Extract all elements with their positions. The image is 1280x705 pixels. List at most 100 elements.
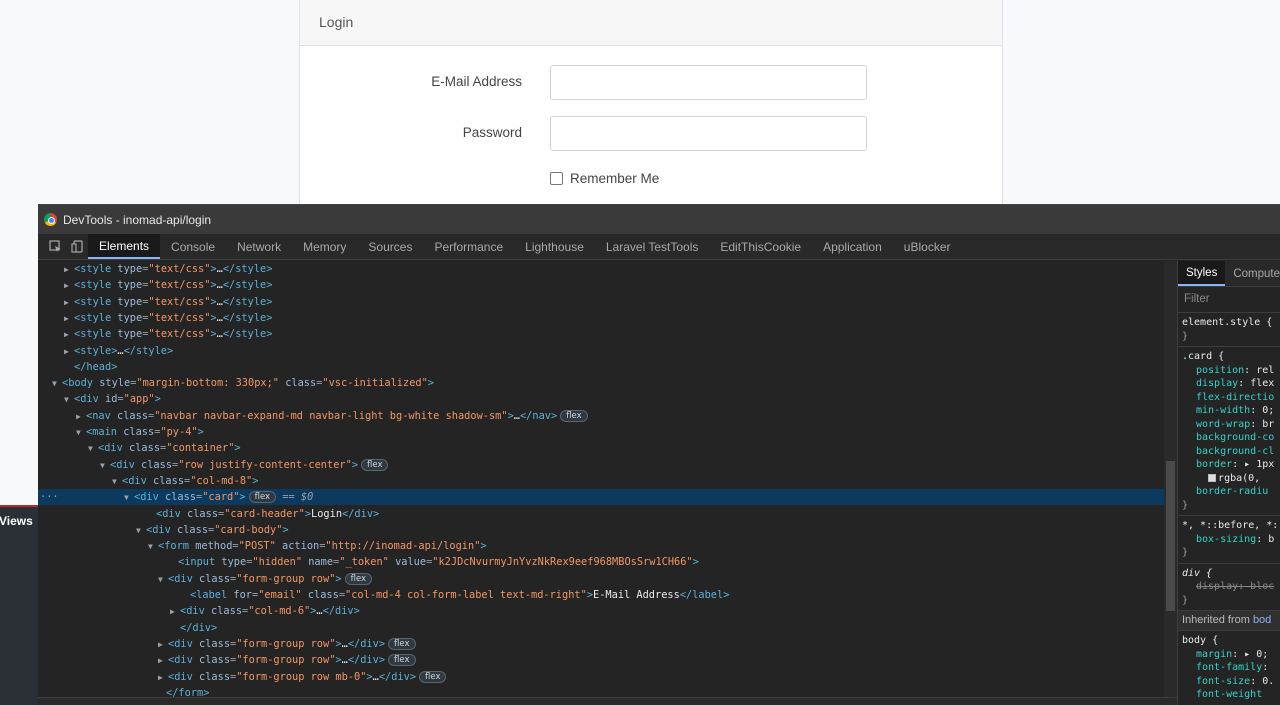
expand-arrow-icon[interactable]: ▶: [64, 295, 74, 311]
devtools-title: DevTools - inomad-api/login: [63, 212, 212, 227]
tree-node[interactable]: ▼ <form method="POST" action="http://inom…: [38, 538, 1164, 554]
tree-node-selected[interactable]: ··· ▼ <div class="card"> flex == $0: [38, 489, 1164, 506]
card-header: Login: [300, 0, 1002, 46]
expand-arrow-icon[interactable]: ▶: [158, 653, 168, 669]
expand-arrow-icon[interactable]: ▶: [158, 637, 168, 653]
node-source: <style type="text/css">…</style>: [74, 311, 273, 324]
tree-node[interactable]: ▼ <div class="card-body">: [38, 522, 1164, 538]
tree-node[interactable]: ▼ <div class="col-md-8">: [38, 473, 1164, 489]
selected-marker: == $0: [276, 491, 314, 504]
tree-node[interactable]: ▶ <style>…</style>: [38, 343, 1164, 359]
styles-pane: Styles Compute Filter element.style { } .…: [1177, 261, 1280, 705]
expand-arrow-icon[interactable]: ▶: [76, 409, 86, 425]
tree-node[interactable]: ▶ <div class="form-group row">…</div> flex: [38, 636, 1164, 652]
tree-node[interactable]: <div class="card-header">Login</div>: [38, 506, 1164, 522]
flex-badge[interactable]: flex: [361, 458, 389, 471]
collapse-arrow-icon[interactable]: ▼: [76, 425, 86, 441]
tree-node[interactable]: ▶ <style type="text/css">…</style>: [38, 294, 1164, 310]
collapse-arrow-icon[interactable]: ▼: [148, 539, 158, 555]
tab-lighthouse[interactable]: Lighthouse: [514, 234, 595, 259]
expand-arrow-icon[interactable]: ▶: [158, 670, 168, 686]
collapse-arrow-icon[interactable]: ▼: [52, 376, 62, 392]
remember-checkbox[interactable]: [550, 172, 563, 185]
node-source: <nav class="navbar navbar-expand-md navb…: [86, 409, 558, 422]
tree-node[interactable]: ▼ <body style="margin-bottom: 330px;" cla…: [38, 375, 1164, 391]
tab-elements[interactable]: Elements: [88, 234, 161, 259]
tab-editthiscookie[interactable]: EditThisCookie: [709, 234, 812, 259]
tree-node[interactable]: </head>: [38, 359, 1164, 375]
collapse-arrow-icon[interactable]: ▼: [88, 441, 98, 457]
collapse-arrow-icon[interactable]: ▼: [124, 490, 134, 506]
tree-node[interactable]: ▶ <style type="text/css">…</style>: [38, 261, 1164, 277]
flex-badge[interactable]: flex: [419, 670, 447, 683]
tab-console[interactable]: Console: [160, 234, 226, 259]
styles-tab-styles[interactable]: Styles: [1178, 261, 1226, 286]
expand-arrow-icon[interactable]: ▶: [64, 278, 74, 294]
tab-performance[interactable]: Performance: [423, 234, 514, 259]
expand-arrow-icon[interactable]: ▶: [64, 311, 74, 327]
node-source: <style>…</style>: [74, 344, 174, 357]
node-source: </head>: [74, 360, 118, 373]
tree-node[interactable]: <input type="hidden" name="_token" value…: [38, 554, 1164, 570]
node-source: <div class="card-body">: [146, 523, 289, 536]
expand-arrow-icon[interactable]: ▶: [64, 344, 74, 360]
node-source: </form>: [166, 686, 210, 697]
tree-node[interactable]: ▶ <div class="form-group row mb-0">…</div…: [38, 669, 1164, 685]
tab-memory[interactable]: Memory: [292, 234, 357, 259]
tree-node[interactable]: <label for="email" class="col-md-4 col-f…: [38, 587, 1164, 603]
inspect-element-icon[interactable]: [44, 234, 66, 259]
tree-node[interactable]: ▼ <div id="app">: [38, 391, 1164, 407]
expand-arrow-icon[interactable]: ▶: [64, 327, 74, 343]
flex-badge[interactable]: flex: [388, 637, 416, 650]
expand-arrow-icon[interactable]: ▶: [170, 604, 180, 620]
remember-label: Remember Me: [570, 171, 660, 186]
div-rule: div { display: bloc }: [1178, 564, 1280, 611]
expand-arrow-icon[interactable]: ▶: [64, 262, 74, 278]
devtools-body: </form> ▶ <div class="form-group row mb-0"…: [38, 261, 1280, 705]
tree-node[interactable]: ▶ <style type="text/css">…</style>: [38, 310, 1164, 326]
tree-node[interactable]: ▶ <div class="form-group row">…</div> flex: [38, 652, 1164, 668]
elements-scrollbar[interactable]: [1164, 261, 1177, 697]
collapse-arrow-icon[interactable]: ▼: [100, 458, 110, 474]
collapse-arrow-icon[interactable]: ▼: [64, 392, 74, 408]
tab-network[interactable]: Network: [226, 234, 292, 259]
device-toolbar-icon[interactable]: [66, 234, 88, 259]
background-window: Views: [0, 505, 38, 705]
tree-node[interactable]: ▼ <div class="container">: [38, 440, 1164, 456]
inherited-body-link[interactable]: bod: [1253, 614, 1271, 626]
elements-breadcrumb: [38, 697, 1177, 705]
flex-badge[interactable]: flex: [248, 491, 277, 504]
styles-tab-compute[interactable]: Compute: [1225, 261, 1280, 286]
tab-ublocker[interactable]: uBlocker: [893, 234, 962, 259]
flex-badge[interactable]: flex: [388, 654, 416, 667]
tree-node[interactable]: ▶ <style type="text/css">…</style>: [38, 326, 1164, 342]
password-field[interactable]: [550, 116, 867, 151]
email-field[interactable]: [550, 65, 867, 100]
collapse-arrow-icon[interactable]: ▼: [136, 523, 146, 539]
remember-me[interactable]: Remember Me: [550, 171, 659, 186]
node-source: <div class="form-group row">…</div>: [168, 654, 386, 667]
more-options-icon[interactable]: ···: [40, 489, 59, 505]
tree-node[interactable]: ▼ <main class="py-4">: [38, 424, 1164, 440]
styles-filter-input[interactable]: Filter: [1178, 287, 1280, 313]
tree-node[interactable]: ▶ <nav class="navbar navbar-expand-md nav…: [38, 408, 1164, 424]
tree-node[interactable]: </form>: [38, 685, 1164, 697]
chrome-icon: [44, 213, 57, 226]
node-source: <style type="text/css">…</style>: [74, 263, 273, 275]
flex-badge[interactable]: flex: [560, 409, 588, 422]
node-source: <body style="margin-bottom: 330px;" clas…: [62, 377, 434, 390]
tab-application[interactable]: Application: [812, 234, 893, 259]
tree-node[interactable]: </div>: [38, 620, 1164, 636]
scrollbar-thumb[interactable]: [1166, 461, 1175, 611]
tree-node[interactable]: ▶ <style type="text/css">…</style>: [38, 277, 1164, 293]
tree-node[interactable]: ▼ <div class="form-group row"> flex: [38, 571, 1164, 587]
tab-laravel-testtools[interactable]: Laravel TestTools: [595, 234, 710, 259]
node-source: <div class="form-group row">…</div>: [168, 637, 386, 650]
tree-node[interactable]: ▶ <div class="col-md-6">…</div>: [38, 603, 1164, 619]
collapse-arrow-icon[interactable]: ▼: [158, 572, 168, 588]
flex-badge[interactable]: flex: [344, 572, 373, 585]
tree-node[interactable]: ▼ <div class="row justify-content-center"…: [38, 457, 1164, 473]
collapse-arrow-icon[interactable]: ▼: [112, 474, 122, 490]
node-source: <div class="form-group row">: [168, 572, 342, 585]
tab-sources[interactable]: Sources: [357, 234, 423, 259]
